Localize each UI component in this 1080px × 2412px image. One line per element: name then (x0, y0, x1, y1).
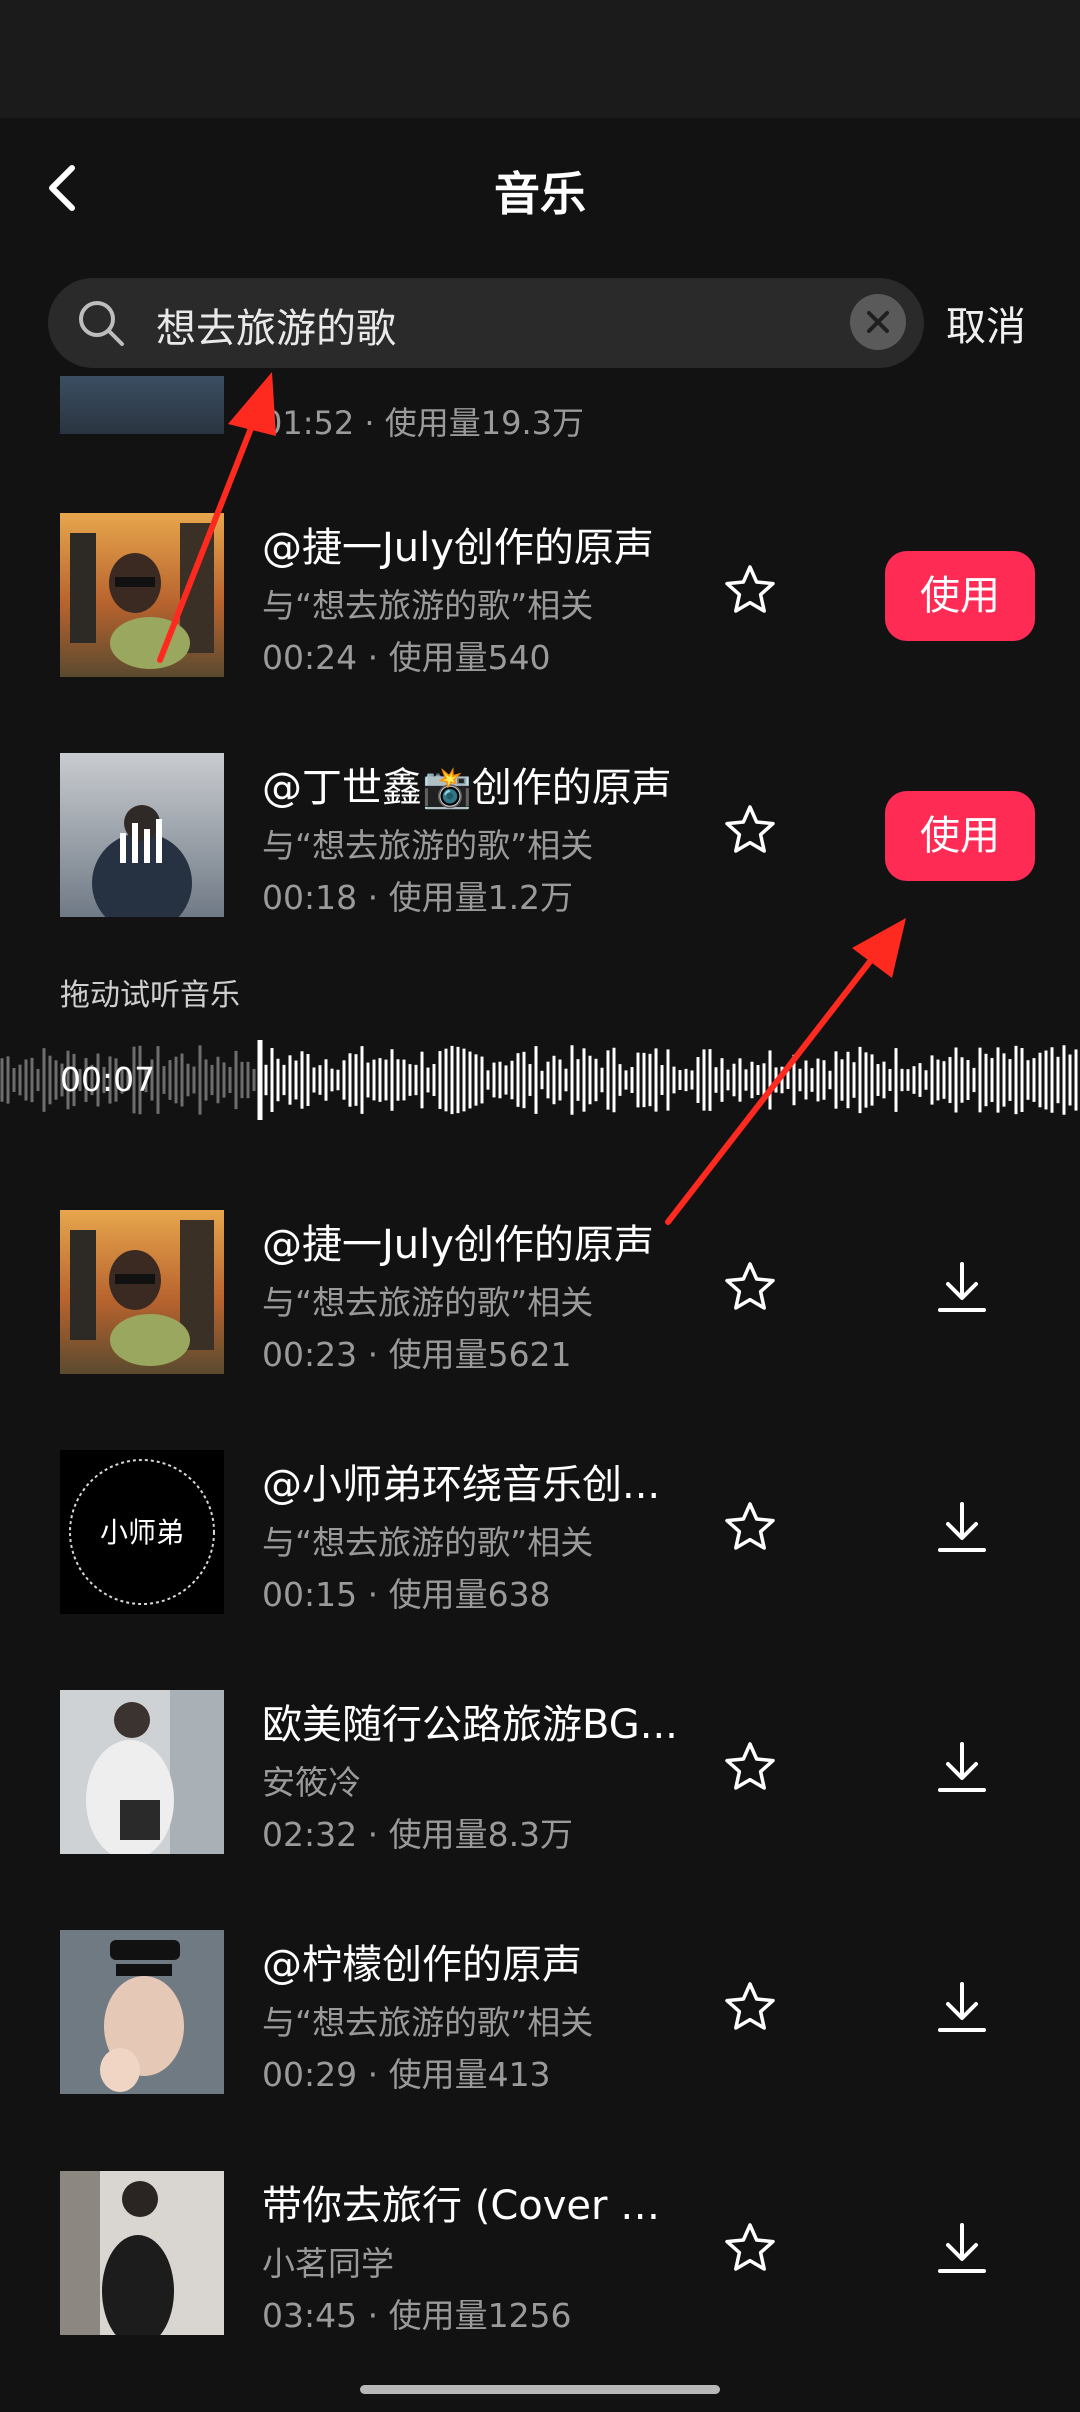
album-cover (60, 376, 224, 434)
preview-hint: 拖动试听音乐 (60, 978, 240, 1013)
album-cover (60, 1930, 224, 2094)
close-icon (867, 311, 889, 333)
track-subtitle: 与“想去旅游的歌”相关 (262, 586, 594, 625)
track-subtitle: 与“想去旅游的歌”相关 (262, 826, 594, 865)
track-subtitle: 与“想去旅游的歌”相关 (262, 1283, 594, 1322)
star-icon[interactable] (722, 1980, 778, 2036)
list-item[interactable]: 小师弟 @小师弟环绕音乐创... 与“想去旅游的歌”相关 00:15 · 使用量… (0, 1442, 1080, 1642)
track-meta: 00:24 · 使用量540 (262, 638, 551, 677)
star-icon[interactable] (722, 563, 778, 619)
track-title: @丁世鑫📸创作的原声 (262, 765, 672, 811)
track-meta: 01:52 · 使用量19.3万 (262, 404, 584, 442)
album-cover (60, 2171, 224, 2335)
search-query[interactable]: 想去旅游的歌 (156, 296, 396, 354)
use-button[interactable]: 使用 (885, 791, 1035, 881)
list-item[interactable]: @捷一July创作的原声 与“想去旅游的歌”相关 00:23 · 使用量5621 (0, 1202, 1080, 1402)
album-cover (60, 513, 224, 677)
track-title: @捷一July创作的原声 (262, 525, 654, 571)
list-item[interactable]: @丁世鑫📸创作的原声 与“想去旅游的歌”相关 00:18 · 使用量1.2万 使… (0, 745, 1080, 945)
download-icon[interactable] (932, 1498, 992, 1558)
list-item[interactable]: @柠檬创作的原声 与“想去旅游的歌”相关 00:29 · 使用量413 (0, 1922, 1080, 2122)
use-button[interactable]: 使用 (885, 551, 1035, 641)
cancel-button[interactable]: 取消 (946, 294, 1026, 352)
album-cover (60, 753, 224, 917)
playback-time: 00:07 (60, 1060, 156, 1099)
track-title: @捷一July创作的原声 (262, 1222, 654, 1268)
album-cover-text: 小师弟 (100, 1516, 184, 1549)
track-title: 欧美随行公路旅游BG... (262, 1702, 678, 1748)
track-meta: 00:29 · 使用量413 (262, 2055, 551, 2094)
star-icon[interactable] (722, 803, 778, 859)
home-indicator[interactable] (360, 2385, 720, 2394)
audio-waveform[interactable] (0, 1040, 1080, 1120)
star-icon[interactable] (722, 1260, 778, 1316)
list-item[interactable]: @捷一July创作的原声 与“想去旅游的歌”相关 00:24 · 使用量540 … (0, 505, 1080, 705)
album-cover (60, 1690, 224, 1854)
track-meta: 00:18 · 使用量1.2万 (262, 878, 574, 917)
track-title: @柠檬创作的原声 (262, 1942, 582, 1988)
track-meta: 00:15 · 使用量638 (262, 1575, 551, 1614)
album-cover: 小师弟 (60, 1450, 224, 1614)
header: 音乐 (0, 118, 1080, 258)
clear-search-button[interactable] (850, 294, 906, 350)
page-title: 音乐 (494, 167, 586, 221)
track-subtitle: 安筱冷 (262, 1763, 361, 1802)
track-meta: 00:23 · 使用量5621 (262, 1335, 572, 1374)
list-item[interactable]: 欧美随行公路旅游BG... 安筱冷 02:32 · 使用量8.3万 (0, 1682, 1080, 1882)
album-cover (60, 1210, 224, 1374)
download-icon[interactable] (932, 2219, 992, 2279)
track-subtitle: 与“想去旅游的歌”相关 (262, 1523, 594, 1562)
track-meta: 02:32 · 使用量8.3万 (262, 1815, 574, 1854)
track-subtitle: 小茗同学 (262, 2244, 394, 2283)
list-item[interactable]: 带你去旅行 (Cover 校... 小茗同学 03:45 · 使用量1256 (0, 2163, 1080, 2363)
star-icon[interactable] (722, 1740, 778, 1796)
list-item[interactable]: 01:52 · 使用量19.3万 (0, 376, 1080, 446)
track-meta: 03:45 · 使用量1256 (262, 2296, 572, 2335)
search-input[interactable]: 想去旅游的歌 (48, 278, 924, 368)
download-icon[interactable] (932, 1258, 992, 1318)
star-icon[interactable] (722, 2221, 778, 2277)
search-icon (79, 301, 124, 346)
star-icon[interactable] (722, 1500, 778, 1556)
track-subtitle: 与“想去旅游的歌”相关 (262, 2003, 594, 2042)
track-title: 带你去旅行 (Cover 校... (262, 2183, 682, 2229)
track-title: @小师弟环绕音乐创... (262, 1462, 661, 1508)
status-bar (0, 0, 1080, 118)
download-icon[interactable] (932, 1978, 992, 2038)
download-icon[interactable] (932, 1738, 992, 1798)
